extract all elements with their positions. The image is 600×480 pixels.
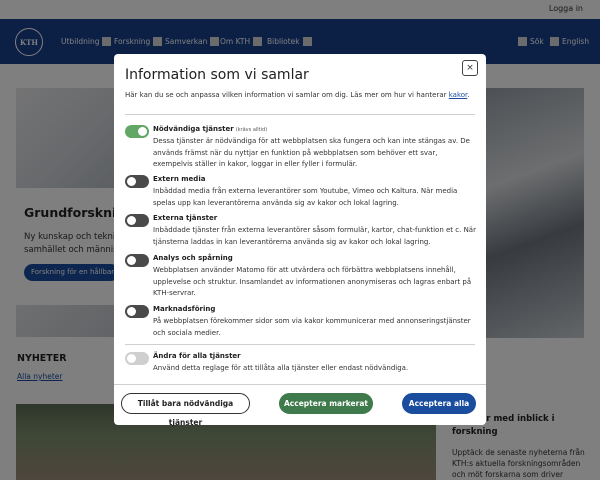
option-note: (krävs alltid) [235,127,268,133]
dialog-title: Information som vi samlar [125,67,309,83]
cookie-consent-dialog: Information som vi samlar × Här kan du s… [114,54,486,427]
toggle-knob [127,307,136,316]
option-title: Extern media [153,175,206,183]
option-description: Inbäddade tjänster från externa leverant… [153,226,476,246]
toggle-knob [127,177,136,186]
intro-text: Här kan du se och anpassa vilken informa… [125,91,447,99]
divider [125,114,475,115]
toggle-external-media[interactable] [125,175,149,188]
option-description: Dessa tjänster är nödvändiga för att web… [153,137,470,168]
dialog-intro: Här kan du se och anpassa vilken informa… [125,91,470,99]
toggle-marketing[interactable] [125,305,149,318]
accept-selected-button[interactable]: Acceptera markerat [279,393,373,414]
option-description: På webbplatsen förekommer sidor som via … [153,317,471,337]
option-title: Nödvändiga tjänster (krävs alltid) [153,125,267,133]
toggle-knob [127,216,136,225]
allow-necessary-only-button[interactable]: Tillåt bara nödvändiga tjänster [121,393,250,427]
option-title: Marknadsföring [153,305,216,313]
close-button[interactable]: × [462,60,478,76]
toggle-knob [138,127,147,136]
toggle-knob [127,354,136,363]
toggle-external-services[interactable] [125,214,149,227]
option-title: Analys och spårning [153,254,233,262]
toggle-analytics[interactable] [125,254,149,267]
footer-divider [114,384,486,385]
option-title: Ändra för alla tjänster [153,352,241,360]
close-icon: × [466,63,474,73]
divider [125,344,475,345]
intro-end: . [467,91,470,99]
cookies-link[interactable]: kakor [449,91,468,99]
option-description: Inbäddad media från externa leverantörer… [153,187,458,207]
option-title-text: Nödvändiga tjänster [153,125,234,133]
toggle-all-services[interactable] [125,352,149,365]
option-title: Externa tjänster [153,214,218,222]
accept-all-button[interactable]: Acceptera alla [402,393,476,414]
toggle-knob [127,256,136,265]
option-description: Använd detta reglage för att tillåta all… [153,364,409,372]
option-description: Webbplatsen använder Matomo för att utvä… [153,266,472,297]
toggle-necessary[interactable] [125,125,149,138]
